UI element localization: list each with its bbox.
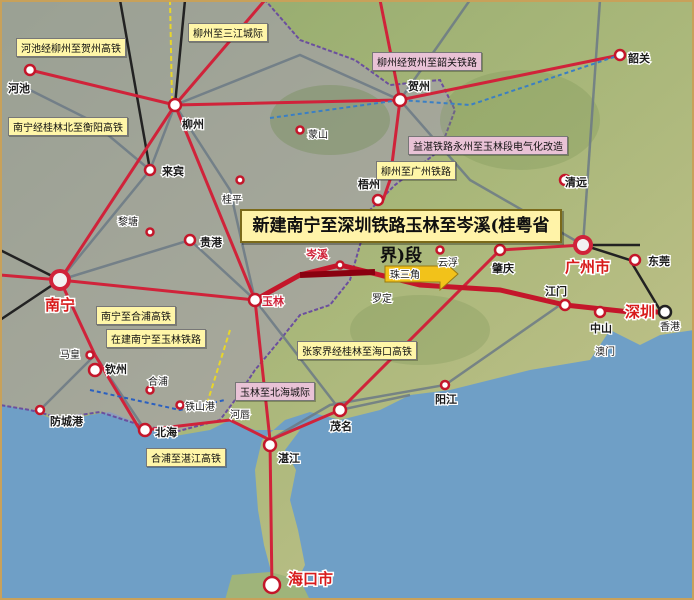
callout-yizhan: 益湛铁路永州至玉林段电气化改造 (408, 136, 568, 155)
label-haikou: 海口市 (288, 570, 333, 588)
label-guiping: 桂平 (222, 193, 242, 206)
label-nanning: 南宁 (45, 296, 75, 314)
label-cenxi: 岑溪 (305, 247, 329, 261)
callout-nanning-hepu: 南宁至合浦高铁 (96, 306, 176, 325)
marker-cenxi (335, 260, 345, 270)
label-shenzhen: 深圳 (625, 303, 655, 321)
marker-yulin (247, 292, 263, 308)
label-maoming: 茂名 (330, 419, 352, 433)
new-section-yulin-cenxi (299, 269, 376, 278)
marker-liuzhou (167, 97, 183, 113)
label-hezhou: 贺州 (407, 79, 430, 93)
marker-jiangmen (558, 298, 572, 312)
label-lihe: 黎塘 (118, 215, 138, 228)
callout-nanning-hengyang: 南宁经桂林北至衡阳高铁 (8, 117, 128, 136)
label-yangjiang: 阳江 (435, 392, 457, 406)
label-macau: 澳门 (595, 345, 615, 358)
label-fangchenggang: 防城港 (50, 414, 84, 428)
railway-map: 珠三角 南宁 柳州 河池 来宾 贵港 玉林 钦州 北海 防城港 合浦 铁山港 马… (0, 0, 694, 600)
marker-zhanjiang (262, 437, 278, 453)
callout-yulin-beihai: 玉林至北海城际 (235, 382, 315, 401)
label-guigang: 贵港 (200, 235, 223, 249)
label-hongkong: 香港 (660, 321, 680, 333)
marker-shenzhen (657, 304, 673, 320)
callout-hechi-hezhou: 河池经柳州至贺州高铁 (16, 38, 126, 57)
marker-zhaoqing (493, 243, 507, 257)
label-mashan: 马皇 (60, 348, 80, 361)
marker-maoming (332, 402, 348, 418)
marker-beihai (137, 422, 153, 438)
label-hepu: 合浦 (148, 375, 168, 388)
map-canvas: 珠三角 南宁 柳州 河池 来宾 贵港 玉林 钦州 北海 防城港 合浦 铁山港 马… (0, 0, 694, 600)
callout-zhangjiajie-haikou: 张家界经桂林至海口高铁 (297, 341, 417, 360)
label-yulin: 玉林 (262, 294, 284, 308)
label-lianjiang: 河唇 (230, 409, 250, 421)
marker-zhongshan (593, 305, 607, 319)
label-laibin: 来宾 (161, 164, 184, 178)
label-beihai: 北海 (155, 425, 177, 439)
marker-qinzhou (87, 362, 103, 378)
callout-liuzhou-sanjiang: 柳州至三江城际 (188, 23, 268, 42)
marker-fangchenggang (34, 404, 46, 416)
marker-haikou (262, 575, 282, 595)
marker-guiping (235, 175, 245, 185)
marker-hechi (23, 63, 37, 77)
marker-guigang (183, 233, 197, 247)
marker-dongguan (628, 253, 642, 267)
callout-nanning-yulin: 在建南宁至玉林铁路 (106, 329, 206, 348)
label-liuzhou: 柳州 (182, 117, 204, 131)
marker-lihe (145, 227, 155, 237)
label-guangzhou: 广州市 (565, 258, 610, 276)
label-qingyuan: 清远 (565, 175, 587, 189)
label-luoding: 罗定 (372, 292, 392, 305)
label-yunfu: 云浮 (438, 257, 458, 269)
label-hechi: 河池 (8, 81, 30, 95)
marker-wuzhou (371, 193, 385, 207)
label-dongguan: 东莞 (648, 254, 670, 268)
callout-liuzhou-guangzhou: 柳州至广州铁路 (376, 161, 456, 180)
label-qinzhou: 钦州 (105, 362, 127, 376)
marker-guangzhou (573, 235, 593, 255)
label-zhaoqing: 肇庆 (491, 261, 514, 275)
label-jiangmen: 江门 (545, 284, 567, 298)
marker-mengshan (295, 125, 305, 135)
marker-laibin (143, 163, 157, 177)
headline-banner: 新建南宁至深圳铁路玉林至岑溪(桂粤省界)段 (240, 209, 562, 266)
callout-liuzhou-shaoguan: 柳州经贺州至韶关铁路 (372, 52, 482, 71)
label-zhongshan: 中山 (590, 321, 612, 335)
callout-hepu-zhanjiang: 合浦至湛江高铁 (146, 448, 226, 467)
label-shaoguan: 韶关 (628, 51, 650, 65)
marker-mashan (85, 350, 95, 360)
label-mengshan: 蒙山 (308, 128, 328, 141)
marker-tieshangang (175, 400, 185, 410)
marker-hezhou (392, 92, 408, 108)
label-zhanjiang: 湛江 (278, 451, 300, 465)
marker-shaoguan (613, 48, 627, 62)
marker-yunfu (435, 245, 445, 255)
label-tieshangang: 铁山港 (185, 400, 215, 413)
marker-yangjiang (439, 379, 451, 391)
marker-nanning (49, 269, 71, 291)
